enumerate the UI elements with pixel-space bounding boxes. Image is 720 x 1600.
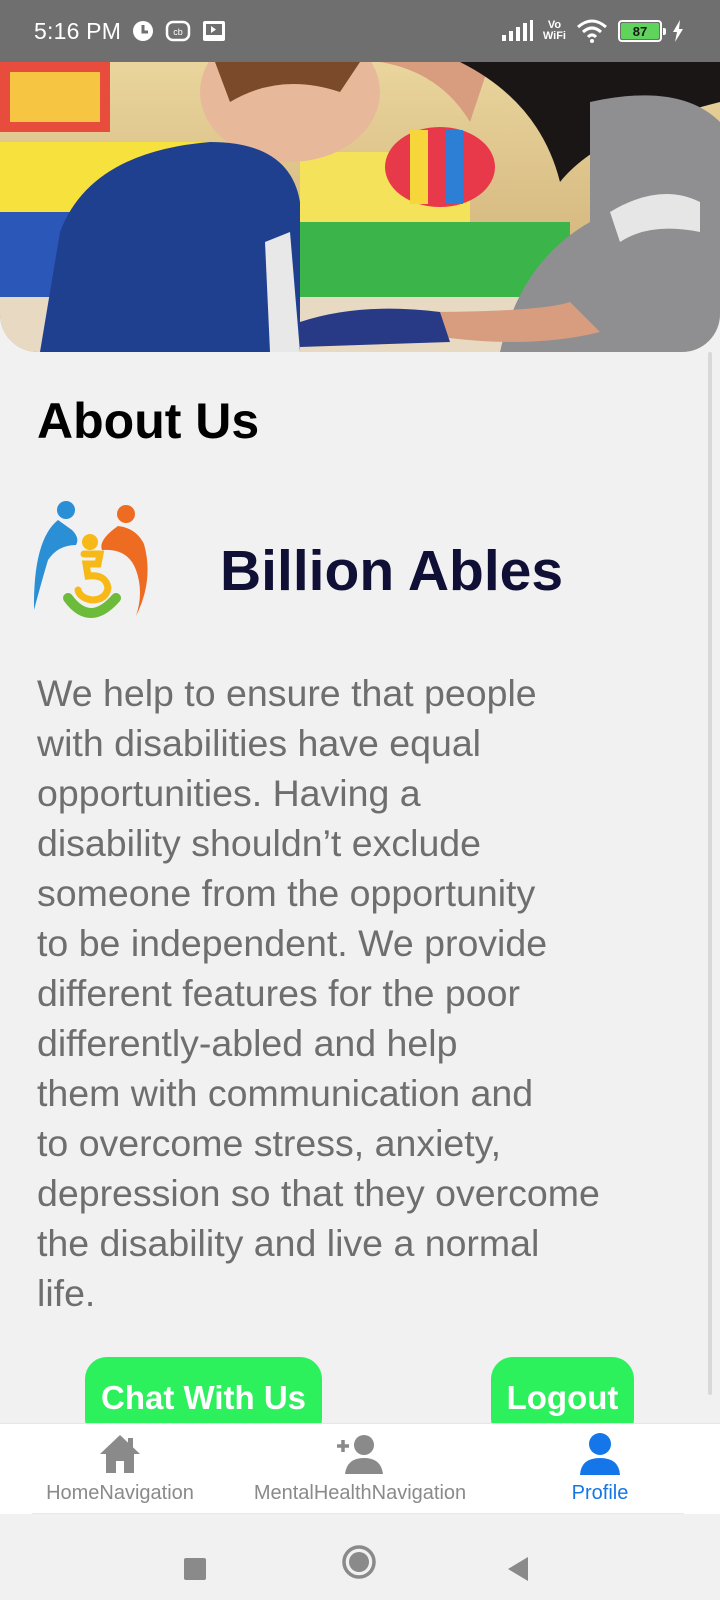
vowifi-bottom: WiFi — [542, 30, 566, 42]
nav-item-home[interactable]: HomeNavigation — [40, 1424, 200, 1515]
person-icon — [578, 1432, 622, 1476]
wifi-icon — [576, 19, 608, 43]
vowifi-label: Vo WiFi — [543, 20, 566, 42]
nav-label-profile: Profile — [571, 1482, 629, 1504]
system-back-icon[interactable] — [506, 1556, 530, 1582]
bottom-navigation: HomeNavigation MentalHealthNavigation Pr… — [0, 1423, 720, 1514]
system-navigation-bar — [0, 1514, 720, 1600]
about-title: About Us — [37, 393, 260, 449]
clock-notification-icon — [131, 19, 155, 43]
status-left: 5:16 PM cb — [34, 18, 227, 45]
media-notification-icon — [201, 19, 227, 43]
battery-level: 87 — [621, 23, 659, 39]
hero-image — [0, 62, 720, 352]
hero-photo-illustration — [0, 62, 720, 352]
billion-ables-logo — [28, 500, 154, 626]
scroll-indicator[interactable] — [708, 352, 712, 1395]
signal-strength-icon — [501, 20, 533, 42]
nav-item-mental-health[interactable]: MentalHealthNavigation — [244, 1424, 476, 1515]
cb-notification-icon: cb — [165, 19, 191, 43]
svg-text:cb: cb — [173, 27, 183, 37]
charging-bolt-icon — [672, 20, 684, 42]
add-person-icon — [335, 1432, 385, 1476]
status-bar: 5:16 PM cb Vo WiFi 87 — [0, 0, 720, 62]
system-home-icon[interactable] — [341, 1544, 377, 1580]
home-icon — [97, 1432, 143, 1476]
about-description: We help to ensure that people with disab… — [37, 672, 600, 1314]
status-time: 5:16 PM — [34, 17, 122, 44]
app-screen: 5:16 PM cb Vo WiFi 87 About Us Billion A… — [0, 0, 720, 1600]
recent-apps-icon[interactable] — [183, 1557, 207, 1581]
status-right: Vo WiFi 87 — [501, 19, 684, 43]
nav-label-home: HomeNavigation — [46, 1482, 194, 1504]
nav-item-profile[interactable]: Profile — [560, 1424, 640, 1515]
battery-icon: 87 — [618, 20, 666, 42]
nav-label-mental-health: MentalHealthNavigation — [253, 1482, 467, 1504]
brand-name: Billion Ables — [220, 539, 564, 603]
